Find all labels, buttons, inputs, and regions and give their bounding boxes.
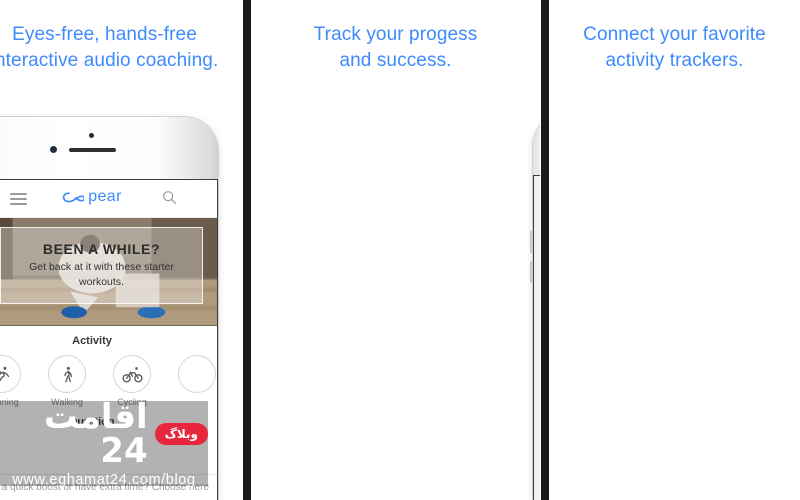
phone-bezel-top (0, 117, 218, 179)
phone-mockup-2: FAT-BURN 1 30:00 Total Workout Time (530, 113, 540, 500)
cycling-icon (113, 355, 151, 393)
watermark-url: www.eghamat24.com/blog (12, 471, 196, 488)
volume-up-button[interactable] (530, 231, 532, 253)
front-camera-icon (89, 133, 94, 138)
promo-panel-progress: Track your progess and success. FAT-BURN… (251, 0, 540, 500)
earpiece-speaker-icon (69, 148, 116, 152)
stat-calories-burned: 466 Calories Burned (534, 292, 540, 330)
stat-miles-traveled: 3.24 Miles Traveled (534, 360, 540, 398)
hero-title: BEEN A WHILE? (42, 241, 161, 257)
pear-infinity-logo-icon (62, 191, 85, 202)
watermark-badge: وبلاگ (154, 422, 208, 445)
watermark-overlay: اقامت 24 وبلاگ www.eghamat24.com/blog (0, 400, 208, 488)
workout-title: FAT-BURN 1 (534, 190, 540, 204)
watermark-logo-row: اقامت 24 وبلاگ (0, 400, 208, 468)
phone-screen-2: FAT-BURN 1 30:00 Total Workout Time (533, 175, 540, 500)
panel-headline: Track your progess and success. (313, 24, 478, 71)
stat-minutes-per-mile: 09:16 Minutes Per Mile (534, 428, 540, 466)
hero-subtitle: Get back at it with these starter workou… (29, 261, 174, 288)
running-icon (0, 355, 21, 393)
phone-bezel-top (533, 113, 540, 175)
hero-banner[interactable]: BEEN A WHILE? Get back at it with these … (0, 218, 217, 326)
proximity-sensor-icon (50, 146, 57, 153)
volume-down-button[interactable] (530, 261, 532, 283)
watermark-logo-text: اقامت 24 (43, 396, 148, 471)
activity-section-title: Activity (72, 335, 112, 347)
panel-divider-left (243, 0, 251, 500)
app-brand: pear (0, 188, 217, 206)
panel-headline: Eyes-free, hands-free interactive audio … (0, 24, 219, 71)
walking-icon (48, 355, 86, 393)
workout-stats-list: 30:00 Total Workout Time 466 Calorie (534, 224, 540, 466)
pear-wordmark: pear (88, 188, 122, 205)
stat-total-workout-time: 30:00 Total Workout Time (534, 224, 540, 262)
hero-card: BEEN A WHILE? Get back at it with these … (0, 227, 203, 304)
panel-divider-right (541, 0, 549, 500)
panel-headline: Connect your favorite activity trackers. (583, 24, 766, 71)
promo-panel-trackers: Connect your favorite activity trackers.… (549, 0, 800, 500)
more-activity-icon (178, 355, 216, 393)
search-icon[interactable] (162, 190, 177, 205)
screenshot-root: Eyes-free, hands-free interactive audio … (0, 0, 800, 500)
app-top-bar: pear (0, 180, 217, 218)
